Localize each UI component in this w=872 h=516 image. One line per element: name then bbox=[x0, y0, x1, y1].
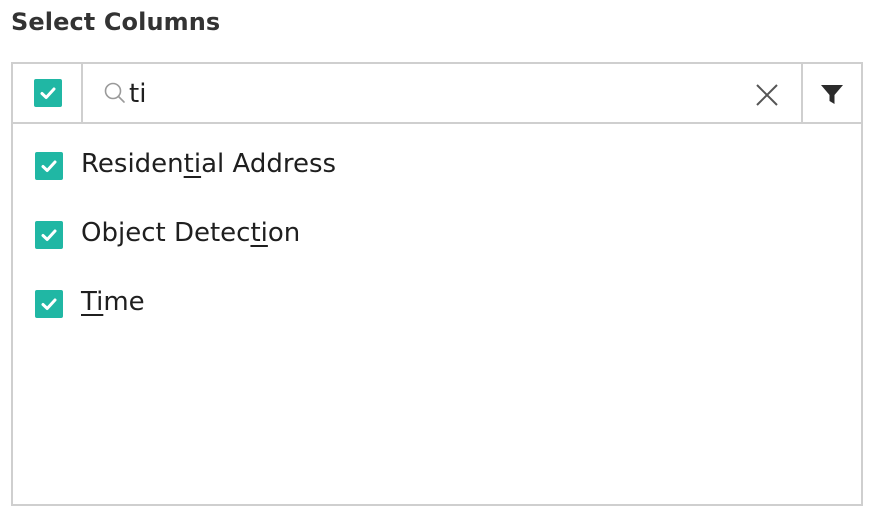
check-icon bbox=[41, 160, 57, 172]
item-label: Time bbox=[81, 287, 145, 317]
match-highlight: ti bbox=[183, 149, 202, 179]
search-input[interactable] bbox=[129, 74, 709, 114]
search-bar bbox=[83, 64, 801, 122]
list-item[interactable]: Object Detection bbox=[13, 215, 833, 255]
match-highlight: Ti bbox=[81, 287, 104, 317]
filter-button[interactable] bbox=[801, 64, 861, 122]
item-checkbox[interactable] bbox=[35, 221, 63, 249]
column-selector-panel: Residential Address Object Detection Tim… bbox=[11, 62, 863, 506]
check-icon bbox=[40, 87, 56, 99]
select-all-cell bbox=[13, 64, 83, 122]
item-checkbox[interactable] bbox=[35, 152, 63, 180]
list-item[interactable]: Time bbox=[13, 284, 833, 324]
check-icon bbox=[41, 229, 57, 241]
check-icon bbox=[41, 298, 57, 310]
select-all-checkbox[interactable] bbox=[34, 79, 62, 107]
filter-icon bbox=[821, 85, 843, 104]
toolbar bbox=[13, 64, 861, 124]
close-icon[interactable] bbox=[755, 83, 779, 107]
list-item[interactable]: Residential Address bbox=[13, 146, 833, 186]
item-label: Residential Address bbox=[81, 149, 337, 179]
search-icon bbox=[104, 82, 125, 103]
dialog-title: Select Columns bbox=[11, 8, 221, 36]
match-highlight: ti bbox=[250, 218, 268, 248]
item-label: Object Detection bbox=[81, 218, 301, 248]
item-checkbox[interactable] bbox=[35, 290, 63, 318]
